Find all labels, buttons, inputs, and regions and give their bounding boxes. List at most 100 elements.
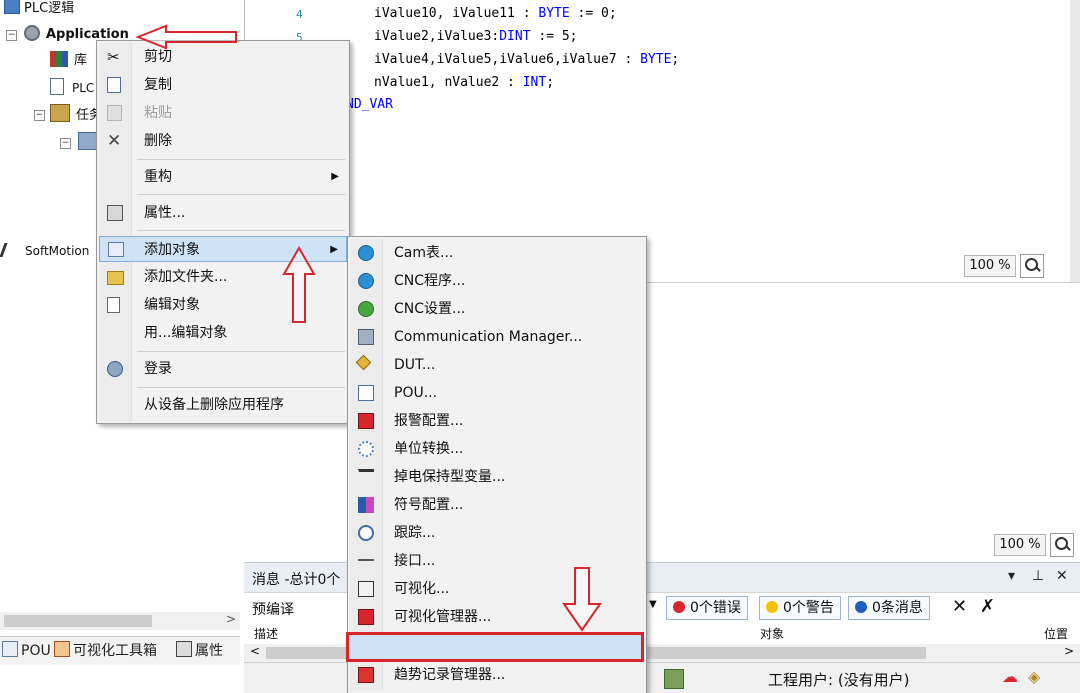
annotation-arrow-up-icon [282, 246, 316, 323]
code-line: nValue1, nValue2 : INT; [374, 75, 555, 90]
close-icon[interactable]: ✕ [1056, 568, 1068, 584]
submenu-item-communication[interactable]: Communication Manager... [350, 324, 644, 350]
column-position[interactable]: 位置 [1044, 625, 1068, 642]
error-icon [673, 601, 685, 613]
paste-icon [107, 105, 122, 121]
scroll-right-icon[interactable]: > [1064, 644, 1074, 658]
menu-item-copy[interactable]: 复制 [99, 72, 347, 98]
shield-icon[interactable]: ◈ [1028, 667, 1040, 686]
pane-zoom-control[interactable]: 100 % [994, 533, 1074, 557]
column-description[interactable]: 描述 [254, 625, 278, 642]
pou-tab-icon [2, 641, 18, 657]
infos-filter-button[interactable]: 0条消息 [848, 596, 930, 620]
info-icon [855, 601, 867, 613]
annotation-arrow-down-icon [562, 567, 602, 632]
line-number: 4 [296, 8, 303, 21]
column-object[interactable]: 对象 [760, 625, 784, 642]
scissors-icon: ✂ [107, 48, 120, 66]
project-user: 工程用户: (没有用户) [768, 671, 910, 689]
tree-root-plc-logic[interactable]: PLC逻辑 [4, 0, 74, 20]
interface-icon [358, 553, 374, 561]
menu-item-login[interactable]: 登录 [99, 356, 347, 382]
scroll-right-icon[interactable]: > [226, 612, 236, 626]
bottom-tab-bar: POU 可视化工具箱 属性 [0, 636, 240, 665]
submenu-item-alarm[interactable]: 报警配置... [350, 408, 644, 434]
submenu-item-dut[interactable]: DUT... [350, 352, 644, 378]
context-menu: ✂ 剪切 复制 粘贴 ✕ 删除 重构 ▶ 属性... 添加对象 ▶ 添加文件夹.… [96, 40, 350, 424]
submenu-item-unit-conversion[interactable]: 单位转换... [350, 436, 644, 462]
expand-toggle[interactable]: − [34, 110, 45, 121]
scrollbar-thumb[interactable] [4, 615, 152, 627]
task-icon [78, 132, 98, 150]
submenu-item-trend-manager[interactable]: 趋势记录管理器... [350, 662, 644, 688]
properties-icon [107, 205, 123, 221]
warnings-filter-button[interactable]: 0个警告 [759, 596, 841, 620]
menu-item-delete[interactable]: ✕ 删除 [99, 128, 347, 154]
zoom-level[interactable]: 100 % [964, 255, 1016, 277]
menu-item-remove-application[interactable]: 从设备上删除应用程序 [99, 392, 347, 418]
cnc-settings-icon [358, 301, 374, 317]
pou-icon [358, 385, 374, 401]
submenu-item-pou[interactable]: POU... [350, 380, 644, 406]
menu-item-properties[interactable]: 属性... [99, 200, 347, 226]
menu-item-refactor[interactable]: 重构 ▶ [99, 164, 347, 190]
tree-item-softmotion[interactable]: SoftMotion [0, 240, 89, 262]
dut-icon [355, 354, 372, 371]
menu-item-paste[interactable]: 粘贴 [99, 100, 347, 126]
submenu-item-trace[interactable]: 跟踪... [350, 520, 644, 546]
tab-properties[interactable]: 属性 [176, 641, 223, 661]
zoom-icon[interactable] [1020, 254, 1044, 278]
delete-icon: ✕ [107, 131, 122, 151]
plc-logic-icon [4, 0, 20, 14]
gear-icon [24, 25, 40, 41]
submenu-item-symbol-config[interactable]: 符号配置... [350, 492, 644, 518]
code-line: iValue10, iValue11 : BYTE := 0; [374, 6, 617, 21]
folder-icon [107, 271, 124, 285]
submenu-item-persistent-vars[interactable]: 掉电保持型变量... [350, 464, 644, 490]
trend-manager-icon [358, 667, 374, 683]
annotation-arrow-left-icon [136, 24, 237, 50]
toolbox-icon [54, 641, 70, 657]
pin-icon[interactable]: ⊥ [1032, 568, 1044, 584]
cloud-icon[interactable]: ☁ [1002, 667, 1018, 686]
trace-icon [358, 525, 374, 541]
message-filter-select[interactable]: 预编译 [252, 599, 294, 619]
highlight-annotation-box [346, 632, 644, 662]
expand-toggle[interactable]: − [6, 30, 17, 41]
device-status-icon[interactable] [664, 669, 684, 689]
login-icon [107, 361, 123, 377]
communication-icon [358, 329, 374, 345]
code-line: iValue4,iValue5,iValue6,iValue7 : BYTE; [374, 52, 680, 67]
editor-zoom-control[interactable]: 100 % [964, 254, 1044, 278]
symbol-config-icon [358, 497, 374, 513]
submenu-arrow-icon: ▶ [330, 244, 338, 255]
tree-item-task[interactable]: 任务 [50, 104, 102, 126]
expand-toggle[interactable]: − [60, 138, 71, 149]
library-icon [50, 51, 68, 67]
clear-all-icon[interactable]: ✗ [980, 596, 995, 617]
add-object-submenu: Cam表... CNC程序... CNC设置... Communication Man… [347, 236, 647, 693]
filter-dropdown-icon[interactable]: ▼ [649, 599, 657, 610]
tree-horizontal-scrollbar[interactable]: > [0, 612, 240, 630]
zoom-icon[interactable] [1050, 533, 1074, 557]
zoom-level[interactable]: 100 % [994, 534, 1046, 556]
errors-filter-button[interactable]: 0个错误 [666, 596, 748, 620]
editor-vertical-scrollbar[interactable] [1070, 0, 1080, 282]
submenu-item-cnc-settings[interactable]: CNC设置... [350, 296, 644, 322]
tab-visualization-toolbox[interactable]: 可视化工具箱 [54, 641, 157, 661]
tab-pou[interactable]: POU [2, 641, 51, 661]
warning-icon [766, 601, 778, 613]
scroll-left-icon[interactable]: < [250, 644, 260, 658]
visu-manager-icon [358, 609, 374, 625]
dropdown-icon[interactable]: ▾ [1008, 568, 1015, 584]
tree-item-plc[interactable]: PLC [50, 77, 94, 99]
copy-icon [107, 77, 121, 93]
visualization-icon [358, 581, 374, 597]
clear-icon[interactable]: ✕ [952, 596, 967, 617]
submenu-item-cam[interactable]: Cam表... [350, 240, 644, 266]
submenu-item-cnc-program[interactable]: CNC程序... [350, 268, 644, 294]
tree-item-library[interactable]: 库 [50, 50, 87, 72]
submenu-arrow-icon: ▶ [331, 171, 339, 182]
persistent-vars-icon [358, 469, 374, 485]
properties-icon [176, 641, 192, 657]
